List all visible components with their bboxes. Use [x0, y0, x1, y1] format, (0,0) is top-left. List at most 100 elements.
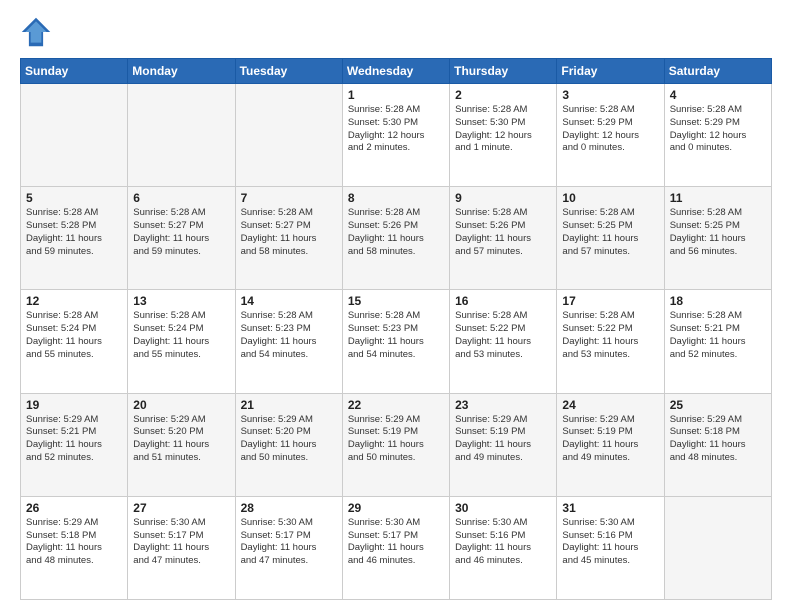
day-number: 31 — [562, 501, 658, 515]
day-info: Sunrise: 5:29 AM Sunset: 5:20 PM Dayligh… — [241, 414, 337, 465]
day-info: Sunrise: 5:28 AM Sunset: 5:25 PM Dayligh… — [670, 207, 766, 258]
day-number: 8 — [348, 191, 444, 205]
day-number: 25 — [670, 398, 766, 412]
weekday-header-sunday: Sunday — [21, 59, 128, 84]
day-cell: 19 Sunrise: 5:29 AM Sunset: 5:21 PM Dayli… — [21, 393, 128, 496]
day-info: Sunrise: 5:28 AM Sunset: 5:25 PM Dayligh… — [562, 207, 658, 258]
day-number: 13 — [133, 294, 229, 308]
day-cell: 21 Sunrise: 5:29 AM Sunset: 5:20 PM Dayli… — [235, 393, 342, 496]
day-info: Sunrise: 5:28 AM Sunset: 5:22 PM Dayligh… — [562, 310, 658, 361]
day-cell: 3 Sunrise: 5:28 AM Sunset: 5:29 PM Daylig… — [557, 84, 664, 187]
day-cell: 12 Sunrise: 5:28 AM Sunset: 5:24 PM Dayli… — [21, 290, 128, 393]
day-info: Sunrise: 5:30 AM Sunset: 5:16 PM Dayligh… — [562, 517, 658, 568]
day-info: Sunrise: 5:28 AM Sunset: 5:21 PM Dayligh… — [670, 310, 766, 361]
day-number: 11 — [670, 191, 766, 205]
day-number: 10 — [562, 191, 658, 205]
day-number: 22 — [348, 398, 444, 412]
calendar: SundayMondayTuesdayWednesdayThursdayFrid… — [20, 58, 772, 600]
day-number: 28 — [241, 501, 337, 515]
day-info: Sunrise: 5:28 AM Sunset: 5:26 PM Dayligh… — [348, 207, 444, 258]
weekday-header-wednesday: Wednesday — [342, 59, 449, 84]
header — [20, 16, 772, 48]
day-info: Sunrise: 5:28 AM Sunset: 5:27 PM Dayligh… — [133, 207, 229, 258]
weekday-header-saturday: Saturday — [664, 59, 771, 84]
day-info: Sunrise: 5:30 AM Sunset: 5:17 PM Dayligh… — [348, 517, 444, 568]
day-cell: 18 Sunrise: 5:28 AM Sunset: 5:21 PM Dayli… — [664, 290, 771, 393]
day-info: Sunrise: 5:29 AM Sunset: 5:18 PM Dayligh… — [26, 517, 122, 568]
day-cell: 9Sunrise: 5:28 AM Sunset: 5:26 PM Daylig… — [450, 187, 557, 290]
day-cell — [235, 84, 342, 187]
day-cell: 13 Sunrise: 5:28 AM Sunset: 5:24 PM Dayli… — [128, 290, 235, 393]
day-cell: 26 Sunrise: 5:29 AM Sunset: 5:18 PM Dayli… — [21, 496, 128, 599]
weekday-header-row: SundayMondayTuesdayWednesdayThursdayFrid… — [21, 59, 772, 84]
day-number: 3 — [562, 88, 658, 102]
day-info: Sunrise: 5:28 AM Sunset: 5:30 PM Dayligh… — [348, 104, 444, 155]
day-info: Sunrise: 5:28 AM Sunset: 5:22 PM Dayligh… — [455, 310, 551, 361]
day-number: 16 — [455, 294, 551, 308]
day-info: Sunrise: 5:29 AM Sunset: 5:19 PM Dayligh… — [455, 414, 551, 465]
day-info: Sunrise: 5:29 AM Sunset: 5:21 PM Dayligh… — [26, 414, 122, 465]
day-info: Sunrise: 5:30 AM Sunset: 5:17 PM Dayligh… — [241, 517, 337, 568]
day-cell: 6 Sunrise: 5:28 AM Sunset: 5:27 PM Daylig… — [128, 187, 235, 290]
day-info: Sunrise: 5:29 AM Sunset: 5:20 PM Dayligh… — [133, 414, 229, 465]
day-number: 4 — [670, 88, 766, 102]
day-number: 27 — [133, 501, 229, 515]
day-number: 29 — [348, 501, 444, 515]
day-cell: 1 Sunrise: 5:28 AM Sunset: 5:30 PM Daylig… — [342, 84, 449, 187]
day-cell — [21, 84, 128, 187]
day-info: Sunrise: 5:28 AM Sunset: 5:23 PM Dayligh… — [241, 310, 337, 361]
day-number: 5 — [26, 191, 122, 205]
day-number: 12 — [26, 294, 122, 308]
day-cell: 16 Sunrise: 5:28 AM Sunset: 5:22 PM Dayli… — [450, 290, 557, 393]
day-number: 14 — [241, 294, 337, 308]
day-number: 26 — [26, 501, 122, 515]
day-number: 6 — [133, 191, 229, 205]
page: SundayMondayTuesdayWednesdayThursdayFrid… — [0, 0, 792, 612]
weekday-header-tuesday: Tuesday — [235, 59, 342, 84]
day-number: 21 — [241, 398, 337, 412]
day-info: Sunrise: 5:30 AM Sunset: 5:17 PM Dayligh… — [133, 517, 229, 568]
day-info: Sunrise: 5:28 AM Sunset: 5:28 PM Dayligh… — [26, 207, 122, 258]
day-cell: 20Sunrise: 5:29 AM Sunset: 5:20 PM Dayli… — [128, 393, 235, 496]
day-number: 23 — [455, 398, 551, 412]
day-cell: 24 Sunrise: 5:29 AM Sunset: 5:19 PM Dayli… — [557, 393, 664, 496]
day-number: 19 — [26, 398, 122, 412]
weekday-header-thursday: Thursday — [450, 59, 557, 84]
day-cell: 25Sunrise: 5:29 AM Sunset: 5:18 PM Dayli… — [664, 393, 771, 496]
day-cell: 8 Sunrise: 5:28 AM Sunset: 5:26 PM Daylig… — [342, 187, 449, 290]
day-cell: 30 Sunrise: 5:30 AM Sunset: 5:16 PM Dayli… — [450, 496, 557, 599]
week-row-4: 19 Sunrise: 5:29 AM Sunset: 5:21 PM Dayli… — [21, 393, 772, 496]
day-info: Sunrise: 5:28 AM Sunset: 5:23 PM Dayligh… — [348, 310, 444, 361]
day-number: 7 — [241, 191, 337, 205]
day-cell: 5 Sunrise: 5:28 AM Sunset: 5:28 PM Daylig… — [21, 187, 128, 290]
day-number: 9 — [455, 191, 551, 205]
day-info: Sunrise: 5:28 AM Sunset: 5:24 PM Dayligh… — [26, 310, 122, 361]
day-info: Sunrise: 5:30 AM Sunset: 5:16 PM Dayligh… — [455, 517, 551, 568]
week-row-5: 26 Sunrise: 5:29 AM Sunset: 5:18 PM Dayli… — [21, 496, 772, 599]
weekday-header-monday: Monday — [128, 59, 235, 84]
day-cell — [128, 84, 235, 187]
day-number: 30 — [455, 501, 551, 515]
day-cell: 22Sunrise: 5:29 AM Sunset: 5:19 PM Dayli… — [342, 393, 449, 496]
week-row-2: 5 Sunrise: 5:28 AM Sunset: 5:28 PM Daylig… — [21, 187, 772, 290]
day-info: Sunrise: 5:28 AM Sunset: 5:29 PM Dayligh… — [670, 104, 766, 155]
day-info: Sunrise: 5:28 AM Sunset: 5:24 PM Dayligh… — [133, 310, 229, 361]
day-cell: 7 Sunrise: 5:28 AM Sunset: 5:27 PM Daylig… — [235, 187, 342, 290]
day-info: Sunrise: 5:28 AM Sunset: 5:30 PM Dayligh… — [455, 104, 551, 155]
day-cell: 14 Sunrise: 5:28 AM Sunset: 5:23 PM Dayli… — [235, 290, 342, 393]
day-number: 1 — [348, 88, 444, 102]
day-cell: 31 Sunrise: 5:30 AM Sunset: 5:16 PM Dayli… — [557, 496, 664, 599]
weekday-header-friday: Friday — [557, 59, 664, 84]
day-info: Sunrise: 5:28 AM Sunset: 5:29 PM Dayligh… — [562, 104, 658, 155]
day-cell: 4 Sunrise: 5:28 AM Sunset: 5:29 PM Daylig… — [664, 84, 771, 187]
week-row-3: 12 Sunrise: 5:28 AM Sunset: 5:24 PM Dayli… — [21, 290, 772, 393]
week-row-1: 1 Sunrise: 5:28 AM Sunset: 5:30 PM Daylig… — [21, 84, 772, 187]
day-number: 18 — [670, 294, 766, 308]
day-cell: 29 Sunrise: 5:30 AM Sunset: 5:17 PM Dayli… — [342, 496, 449, 599]
day-cell: 11 Sunrise: 5:28 AM Sunset: 5:25 PM Dayli… — [664, 187, 771, 290]
day-number: 24 — [562, 398, 658, 412]
day-cell — [664, 496, 771, 599]
day-info: Sunrise: 5:28 AM Sunset: 5:27 PM Dayligh… — [241, 207, 337, 258]
day-number: 15 — [348, 294, 444, 308]
day-info: Sunrise: 5:29 AM Sunset: 5:19 PM Dayligh… — [562, 414, 658, 465]
